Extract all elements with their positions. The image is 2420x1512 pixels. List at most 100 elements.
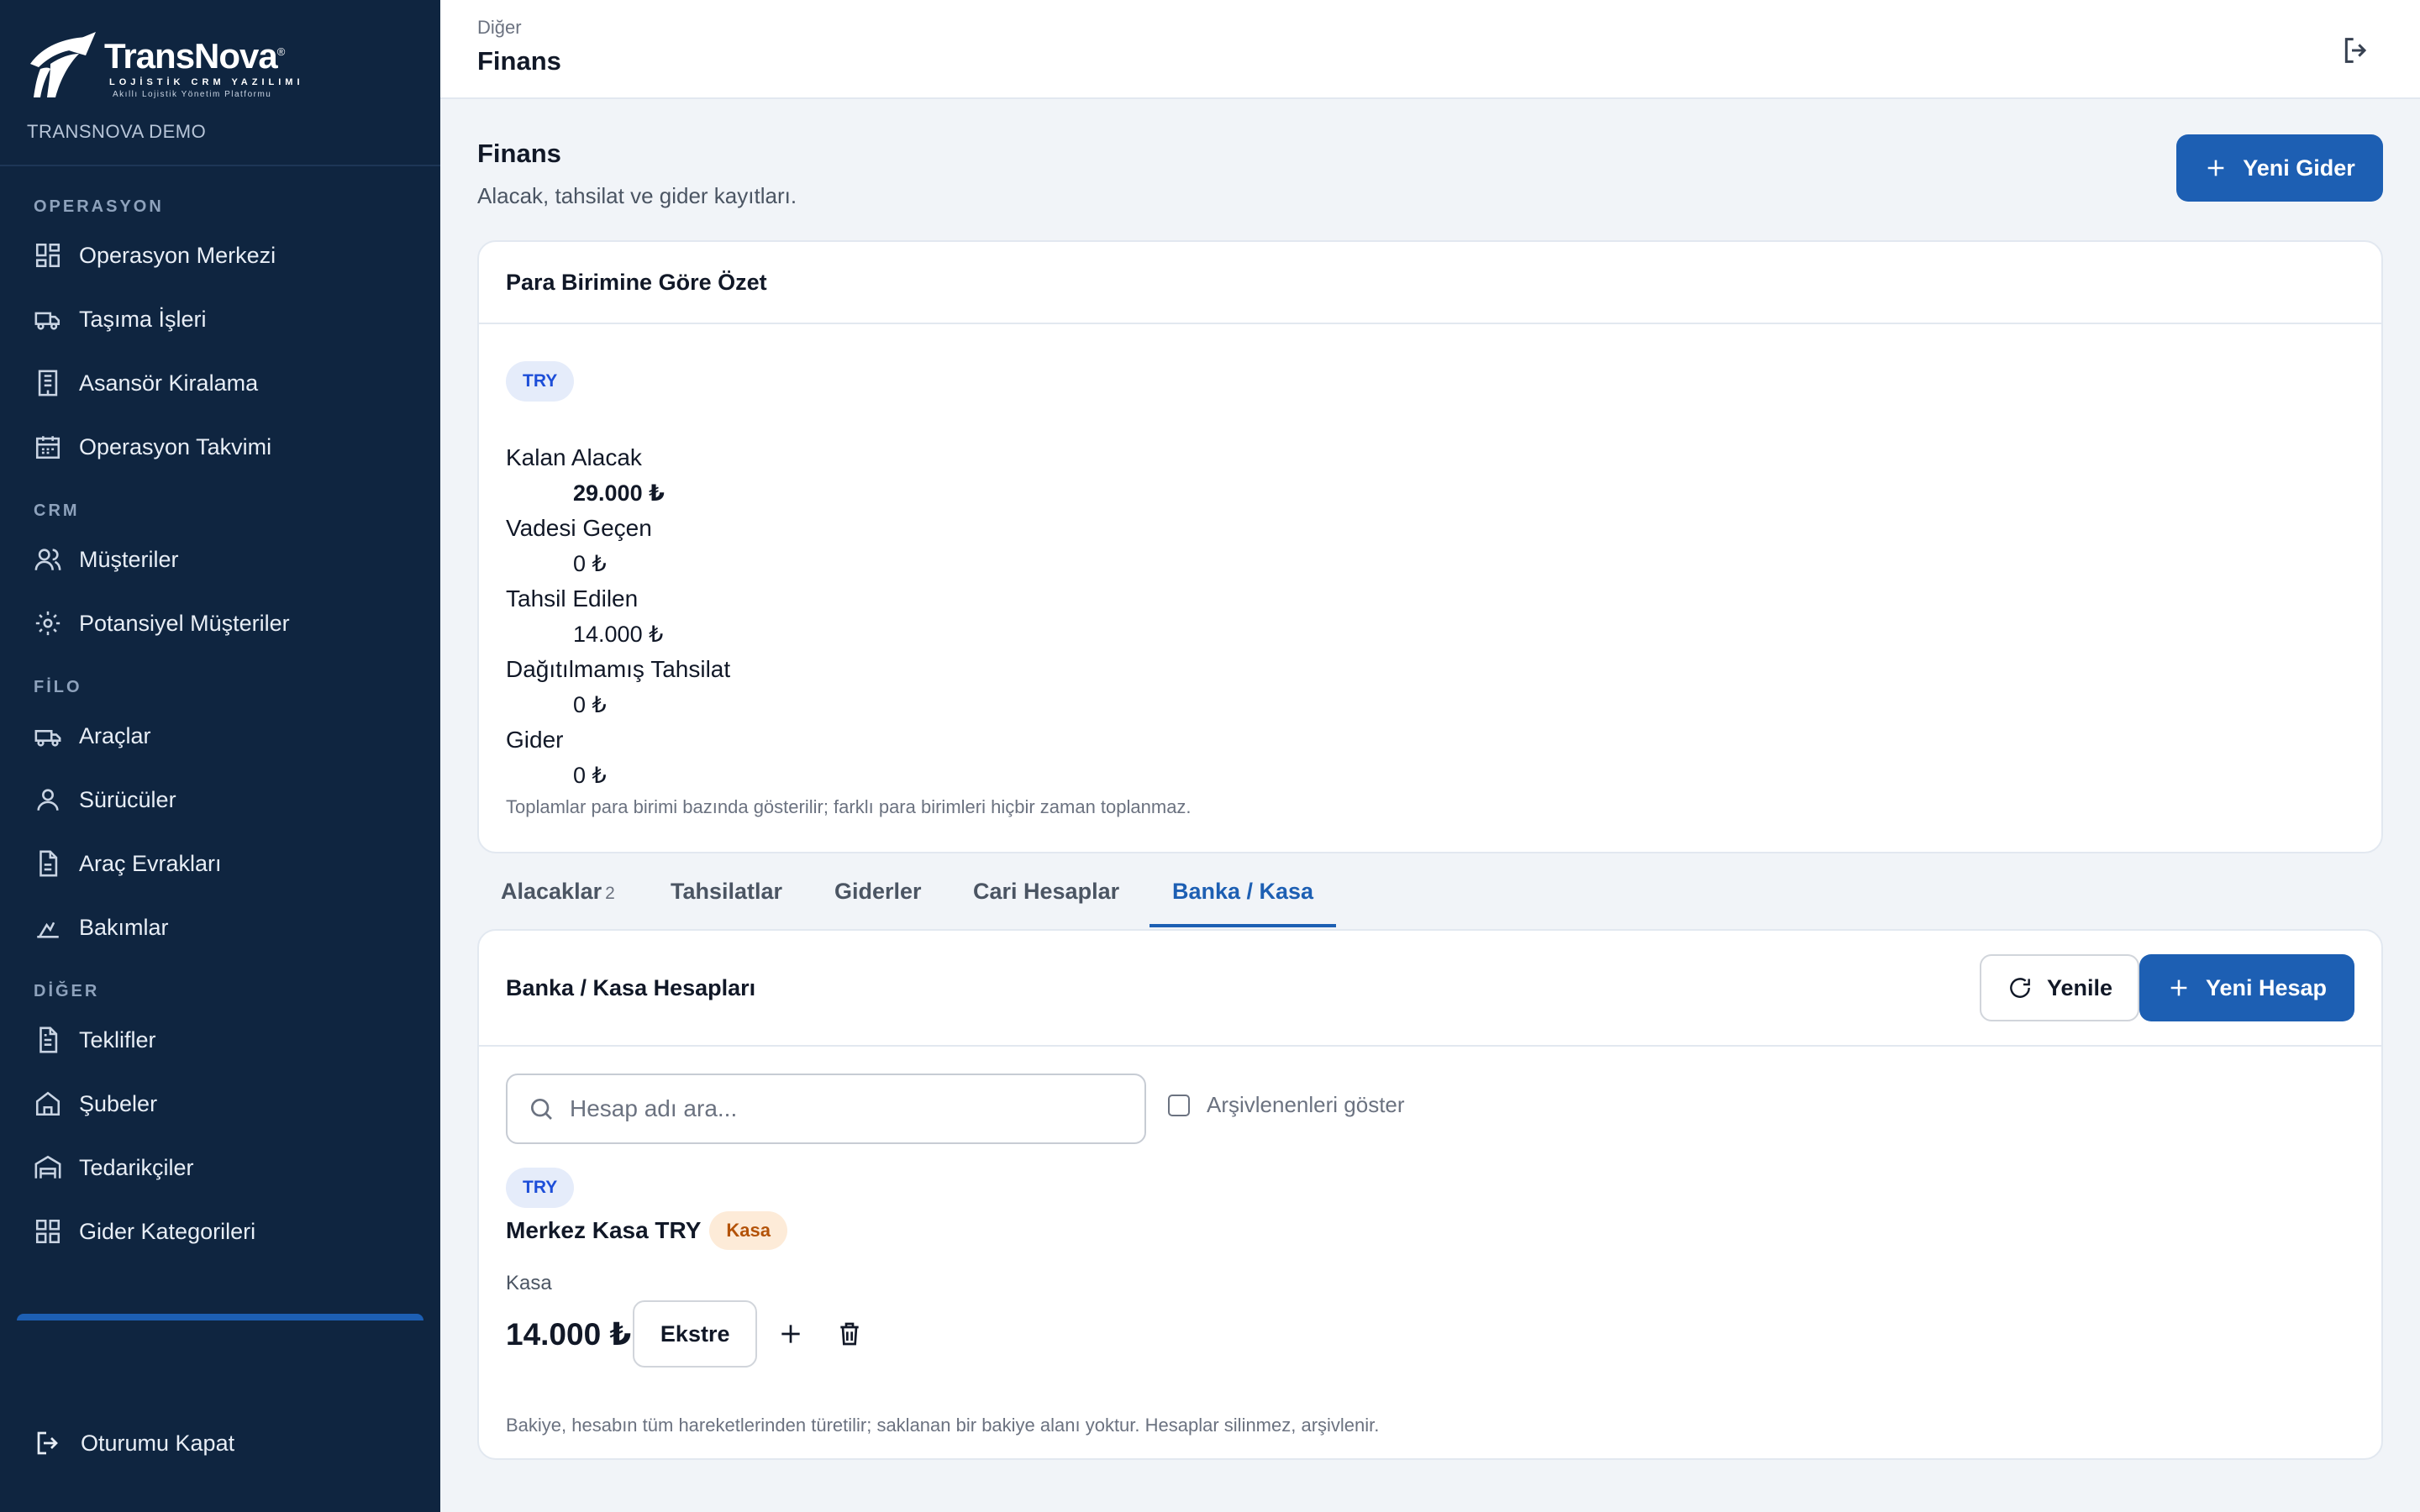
sidebar-item-label: Operasyon Merkezi [79, 242, 276, 268]
brand: TransNova® LOJİSTİK CRM YAZILIMI Akıllı … [0, 0, 440, 166]
sidebar-item-label: Taşıma İşleri [79, 306, 207, 332]
document-icon [39, 850, 58, 877]
currency-summary-card: Para Birimine Göre Özet TRY Kalan Alacak… [477, 240, 2383, 853]
sidebar-item-label: Araç Evrakları [79, 850, 222, 876]
sidebar-item-teklifler[interactable]: Teklifler [0, 1008, 440, 1072]
sidebar-item-label: Operasyon Takvimi [79, 433, 272, 459]
delete-account-button[interactable] [824, 1309, 875, 1359]
tab-giderler[interactable]: Giderler [834, 855, 922, 927]
show-archived-label: Arşivlenenleri göster [1207, 1092, 1405, 1117]
sidebar-item-label: Asansör Kiralama [79, 370, 259, 396]
new-account-button[interactable]: Yeni Hesap [2139, 954, 2354, 1021]
sidebar-item-subeler[interactable]: Şubeler [0, 1072, 440, 1136]
main-content: Finans Alacak, tahsilat ve gider kayıtla… [477, 99, 2383, 1460]
sidebar-item-label: Potansiyel Müşteriler [79, 610, 290, 636]
account-search-box[interactable] [506, 1074, 1146, 1144]
trash-icon [840, 1322, 859, 1346]
sidebar-item-operasyon-merkezi[interactable]: Operasyon Merkezi [0, 223, 440, 287]
metric-value-expense: 0 ₺ [573, 763, 607, 788]
elevator-icon [38, 370, 58, 396]
summary-note: Toplamlar para birimi bazında gösterilir… [506, 796, 1192, 817]
warehouse-icon [34, 1155, 61, 1179]
sidebar-item-label: Araçlar [79, 722, 151, 748]
sidebar-item-label: Müşteriler [79, 546, 179, 572]
tab-label: Banka / Kasa [1171, 879, 1314, 904]
account-currency-badge: TRY [506, 1168, 575, 1208]
summary-title: Para Birimine Göre Özet [479, 242, 2381, 324]
file-text-icon [39, 1026, 58, 1053]
logout-label: Oturumu Kapat [81, 1430, 235, 1456]
statement-button[interactable]: Ekstre [633, 1300, 758, 1368]
sidebar-item-arac-evraklari[interactable]: Araç Evrakları [0, 832, 440, 895]
plus-icon [2170, 979, 2187, 996]
show-archived-checkbox[interactable] [1168, 1094, 1190, 1116]
accounts-actions: Yenile Yeni Hesap [1980, 954, 2354, 1021]
page-title: Finans [477, 139, 561, 168]
metric-value-overdue: 0 ₺ [573, 551, 607, 576]
refresh-button[interactable]: Yenile [1980, 954, 2139, 1021]
truck-icon [34, 312, 60, 330]
tab-label: Giderler [834, 879, 922, 904]
accounts-note: Bakiye, hesabın tüm hareketlerinden türe… [506, 1415, 1380, 1436]
page-header-title: Finans [477, 46, 561, 76]
tenant-name: TRANSNOVA DEMO [27, 121, 207, 142]
sidebar-item-musteriler[interactable]: Müşteriler [0, 528, 440, 591]
sidebar-item-asansor-kiralama[interactable]: Asansör Kiralama [0, 351, 440, 415]
refresh-icon [2010, 978, 2030, 998]
account-balance: 14.000 ₺ [506, 1316, 632, 1352]
new-account-label: Yeni Hesap [2205, 974, 2328, 1000]
sidebar-item-suruculer[interactable]: Sürücüler [0, 768, 440, 832]
nav-section-title: OPERASYON [34, 197, 164, 216]
tab-tahsilatlar[interactable]: Tahsilatlar [671, 855, 782, 927]
sidebar-active-indicator [17, 1314, 424, 1320]
sidebar-item-label: Gider Kategorileri [79, 1218, 256, 1244]
tab-label: Cari Hesaplar [973, 879, 1120, 904]
vehicle-icon [34, 730, 61, 747]
show-archived-toggle[interactable]: Arşivlenenleri göster [1168, 1092, 1405, 1118]
sidebar-item-label: Tedarikçiler [79, 1154, 194, 1180]
sidebar-item-label: Şubeler [79, 1090, 158, 1116]
refresh-label: Yenile [2046, 974, 2113, 1000]
tab-label: Tahsilatlar [671, 879, 783, 904]
breadcrumb[interactable]: Diğer [477, 17, 522, 39]
sidebar-item-label: Teklifler [79, 1026, 156, 1053]
tab-alacaklar[interactable]: Alacaklar 2 [501, 855, 615, 927]
new-expense-button[interactable]: Yeni Gider [2176, 134, 2383, 202]
metric-label-overdue: Vadesi Geçen [506, 515, 652, 541]
sidebar-item-operasyon-takvimi[interactable]: Operasyon Takvimi [0, 415, 440, 479]
currency-badge: TRY [506, 361, 575, 402]
sidebar-item-araclar[interactable]: Araçlar [0, 704, 440, 768]
logout-icon[interactable] [2339, 34, 2373, 67]
add-transaction-button[interactable] [765, 1309, 816, 1359]
sidebar-item-tedarikciler[interactable]: Tedarikçiler [0, 1136, 440, 1200]
user-icon [37, 789, 59, 811]
page-subtitle: Alacak, tahsilat ve gider kayıtları. [477, 183, 797, 208]
sidebar-item-potansiyel-musteriler[interactable]: Potansiyel Müşteriler [0, 591, 440, 655]
metric-value-collected: 14.000 ₺ [573, 622, 664, 647]
sidebar-item-label: Bakımlar [79, 914, 169, 940]
search-icon [531, 1099, 552, 1120]
sidebar-item-tasima-isleri[interactable]: Taşıma İşleri [0, 287, 440, 351]
grid-icon [35, 1219, 60, 1244]
building-icon [35, 1091, 60, 1116]
account-balance-row: 14.000 ₺ Ekstre [506, 1300, 875, 1368]
account-name: Merkez Kasa TRY [506, 1217, 702, 1243]
account-search-input[interactable] [570, 1095, 1141, 1122]
metric-label-remaining-receivable: Kalan Alacak [506, 444, 642, 470]
summary-metrics: Kalan Alacak 29.000 ₺ Vadesi Geçen 0 ₺ T… [506, 440, 730, 793]
sidebar-item-gider-kategorileri[interactable]: Gider Kategorileri [0, 1200, 440, 1263]
sidebar-item-label: Sürücüler [79, 786, 176, 812]
sidebar-item-bakimlar[interactable]: Bakımlar [0, 895, 440, 959]
account-type: Kasa [506, 1272, 552, 1294]
dashboard-icon [35, 243, 60, 268]
maintenance-icon [37, 921, 59, 938]
metric-label-collected: Tahsil Edilen [506, 585, 639, 612]
tab-banka-kasa[interactable]: Banka / Kasa [1150, 855, 1336, 927]
tab-cari-hesaplar[interactable]: Cari Hesaplar [973, 855, 1119, 927]
sidebar-logout-button[interactable]: Oturumu Kapat [34, 1428, 234, 1458]
nav-section-title: CRM [34, 501, 80, 520]
new-expense-label: Yeni Gider [2243, 155, 2355, 181]
logout-icon [37, 1431, 58, 1455]
sidebar: TransNova® LOJİSTİK CRM YAZILIMI Akıllı … [0, 0, 440, 1512]
logo[interactable]: TransNova® LOJİSTİK CRM YAZILIMI Akıllı … [27, 30, 440, 101]
